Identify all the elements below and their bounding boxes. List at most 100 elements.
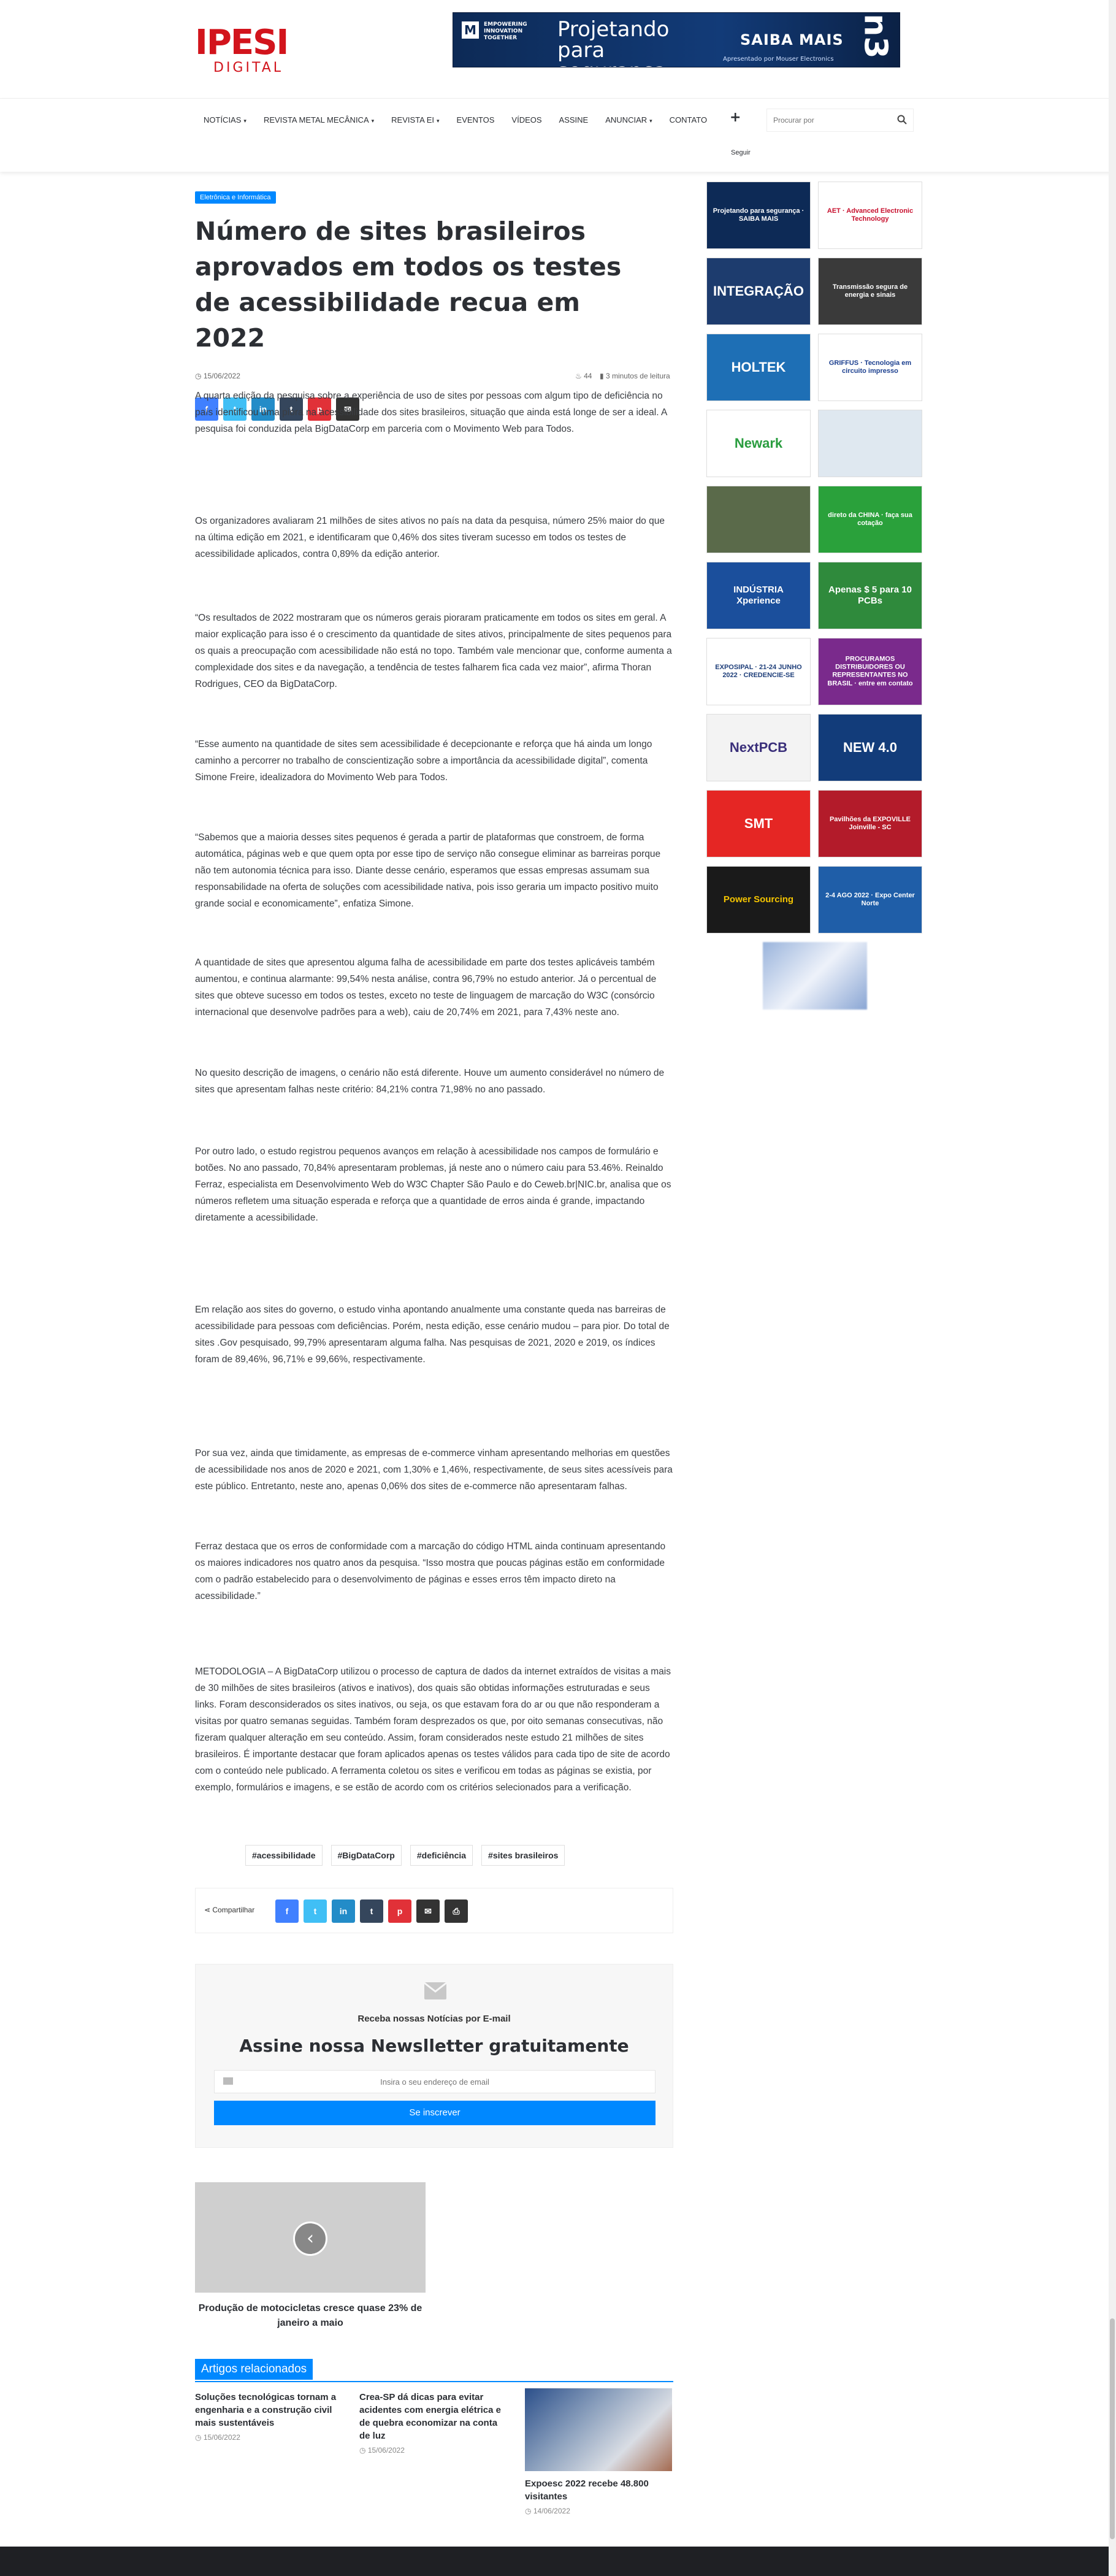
sidebar-ad[interactable]: HOLTEK [706, 334, 811, 401]
sidebar-ad-label: AET · Advanced Electronic Technology [827, 207, 914, 223]
related-heading: Artigos relacionados [195, 2359, 313, 2380]
paragraph: Por outro lado, o estudo registrou peque… [195, 1146, 671, 1223]
email-field-wrap [214, 2070, 655, 2093]
tag[interactable]: #acessibilidade [245, 1845, 323, 1866]
sidebar-ad-label: PROCURAMOS DISTRIBUIDORES OU REPRESENTAN… [827, 655, 913, 688]
sidebar-ad-label: EXPOSIPAL · 21-24 JUNHO 2022 · CREDENCIE… [715, 663, 802, 679]
print-button[interactable]: ⎙ [445, 1899, 468, 1923]
plus-icon[interactable]: + [730, 110, 741, 125]
paragraph: A quarta edição da pesquisa sobre a expe… [195, 391, 667, 434]
sidebar-ad-label: Newark [734, 435, 783, 451]
linkedin-share-button[interactable]: in [332, 1899, 355, 1923]
previous-post-title[interactable]: Produção de motocicletas cresce quase 23… [195, 2301, 426, 2331]
sidebar-ad[interactable]: Pavilhões da EXPOVILLE Joinville - SC [818, 790, 922, 857]
sidebar-ad[interactable]: NEW 4.0 [818, 714, 922, 781]
sidebar-ad-label: Apenas $ 5 para 10 PCBs [828, 585, 912, 606]
sidebar-ad[interactable]: 2-4 AGO 2022 · Expo Center Norte [818, 866, 922, 933]
paragraph: Os organizadores avaliaram 21 milhões de… [195, 516, 665, 559]
email-share-button[interactable]: ✉ [416, 1899, 440, 1923]
tag[interactable]: #sites brasileiros [481, 1845, 565, 1866]
sidebar-ad[interactable]: Projetando para segurança · SAIBA MAIS [706, 182, 811, 249]
tag[interactable]: #BigDataCorp [331, 1845, 402, 1866]
related-divider [195, 2381, 673, 2382]
subscribe-button[interactable]: Se inscrever [214, 2101, 655, 2125]
sidebar-ad-label: 2-4 AGO 2022 · Expo Center Norte [825, 891, 915, 907]
sidebar-ad-label: Transmissão segura de energia e sinais [832, 283, 908, 299]
search-box [766, 109, 914, 132]
sidebar-ad[interactable]: Apenas $ 5 para 10 PCBs [818, 562, 922, 629]
newsletter-box: Receba nossas Notícias por E-mail Assine… [195, 1964, 673, 2148]
envelope-icon [424, 1982, 447, 1999]
search-input[interactable] [767, 109, 890, 131]
related-date: ◷ 14/06/2022 [525, 2507, 570, 2515]
sidebar-bottom-ad[interactable] [763, 942, 867, 1010]
sidebar-ad[interactable] [818, 410, 922, 477]
paragraph: Ferraz destaca que os erros de conformid… [195, 1541, 666, 1601]
share-label-text: Compartilhar [212, 1906, 255, 1914]
related-image[interactable] [525, 2388, 672, 2471]
search-icon[interactable] [897, 115, 907, 125]
newsletter-title: Assine nossa Newslletter gratuitamente [239, 2036, 629, 2056]
sidebar-ad[interactable]: INDÚSTRIA Xperience [706, 562, 811, 629]
banner-cta: SAIBA MAIS [740, 31, 844, 48]
related-date-value: 15/06/2022 [203, 2433, 240, 2442]
follow-label[interactable]: Seguir [731, 149, 751, 156]
share-label: ⋖ Compartilhar [204, 1906, 255, 1914]
related-title[interactable]: Crea-SP dá dicas para evitar acidentes c… [359, 2391, 506, 2442]
email-field[interactable] [226, 2071, 643, 2093]
pinterest-share-button[interactable]: p [388, 1899, 411, 1923]
sidebar-ad-label: direto da CHINA · faça sua cotação [828, 511, 912, 527]
sidebar-ad[interactable]: Transmissão segura de energia e sinais [818, 258, 922, 325]
paragraph: A quantidade de sites que apresentou alg… [195, 957, 657, 1018]
related-item[interactable]: Crea-SP dá dicas para evitar acidentes c… [359, 2391, 506, 2455]
email-icon [223, 2077, 233, 2085]
page-scrollbar[interactable] [1109, 0, 1116, 2576]
related-item[interactable]: Soluções tecnológicas tornam a engenhari… [195, 2391, 342, 2442]
paragraph: No quesito descrição de imagens, o cenár… [195, 1068, 665, 1095]
share-box: ⋖ Compartilhar f t in t p ✉ ⎙ [195, 1888, 673, 1933]
sidebar-ad[interactable]: SMT [706, 790, 811, 857]
tag[interactable]: #deficiência [410, 1845, 473, 1866]
related-item[interactable]: Expoesc 2022 recebe 48.800 visitantes ◷ … [525, 2388, 672, 2515]
sidebar-ad[interactable]: GRIFFUS · Tecnologia em circuito impress… [818, 334, 922, 401]
chevron-left-icon[interactable]: ‹ [293, 2221, 327, 2256]
related-title[interactable]: Expoesc 2022 recebe 48.800 visitantes [525, 2477, 672, 2503]
sidebar-ad-label: Projetando para segurança · SAIBA MAIS [713, 207, 805, 223]
sidebar-ad-label: INTEGRAÇÃO [713, 283, 804, 299]
facebook-share-button[interactable]: f [275, 1899, 299, 1923]
related-date-value: 15/06/2022 [367, 2446, 405, 2455]
previous-post[interactable]: ‹ Produção de motocicletas cresce quase … [195, 2182, 426, 2331]
sidebar-ad-label: GRIFFUS · Tecnologia em circuito impress… [828, 359, 912, 375]
sidebar-ad-label: HOLTEK [731, 359, 786, 375]
sidebar-ad[interactable]: AET · Advanced Electronic Technology [818, 182, 922, 249]
sidebar-ad-label: Power Sourcing [723, 894, 794, 905]
sidebar-ad-label: NEW 4.0 [843, 739, 898, 755]
site-footer [0, 2547, 1116, 2576]
share-buttons-bottom: f t in t p ✉ ⎙ [275, 1899, 468, 1923]
tumblr-share-button[interactable]: t [360, 1899, 383, 1923]
sidebar-ad[interactable]: Newark [706, 410, 811, 477]
nav-label: CONTATO [669, 115, 708, 125]
previous-post-image[interactable]: ‹ [195, 2182, 426, 2293]
sidebar-ad-label: SMT [744, 815, 773, 831]
related-date: ◷ 15/06/2022 [195, 2433, 240, 2442]
paragraph: “Sabemos que a maioria desses sites pequ… [195, 832, 661, 909]
sidebar-ad[interactable]: PROCURAMOS DISTRIBUIDORES OU REPRESENTAN… [818, 638, 922, 705]
sidebar-ad[interactable]: EXPOSIPAL · 21-24 JUNHO 2022 · CREDENCIE… [706, 638, 811, 705]
sidebar-ad[interactable]: Power Sourcing [706, 866, 811, 933]
tag-list: #acessibilidade #BigDataCorp #deficiênci… [245, 1845, 565, 1866]
sidebar-ad-label: NextPCB [729, 739, 788, 755]
sidebar-ad[interactable]: NextPCB [706, 714, 811, 781]
newsletter-subtitle: Receba nossas Notícias por E-mail [357, 2014, 511, 2024]
twitter-share-button[interactable]: t [304, 1899, 327, 1923]
sidebar-ad[interactable] [706, 486, 811, 553]
paragraph: “Os resultados de 2022 mostraram que os … [195, 613, 672, 689]
sidebar-ad[interactable]: INTEGRAÇÃO [706, 258, 811, 325]
related-title[interactable]: Soluções tecnológicas tornam a engenhari… [195, 2391, 342, 2429]
sidebar-ad-label: INDÚSTRIA Xperience [733, 585, 784, 606]
banner-sponsor: Apresentado por Mouser Electronics [723, 56, 834, 63]
related-date-value: 14/06/2022 [533, 2507, 570, 2515]
scrollbar-thumb[interactable] [1110, 2318, 1115, 2539]
sidebar-ad[interactable]: direto da CHINA · faça sua cotação [818, 486, 922, 553]
banner-badge: n3 [857, 13, 894, 59]
